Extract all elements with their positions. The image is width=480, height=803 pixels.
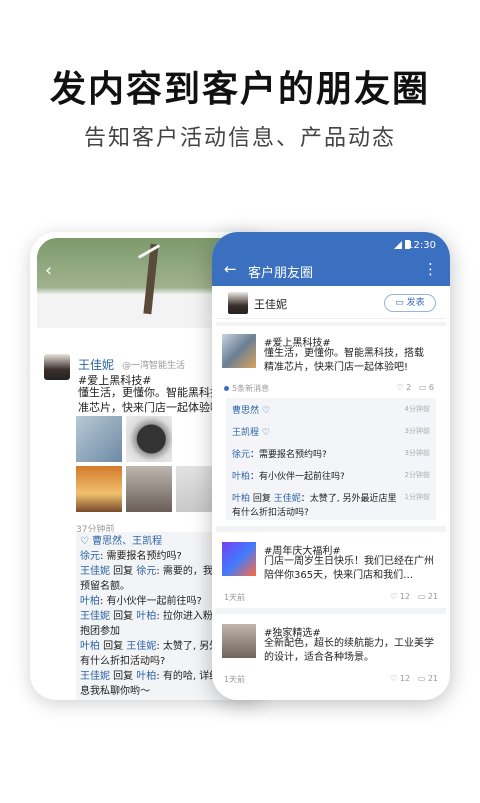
photo-thumbnail[interactable] [126,466,172,512]
camera-icon: ▭ [395,298,407,308]
comment-row: 有什么折扣活动吗? [232,508,309,518]
comment-icon: ▭ [417,592,426,601]
moment-card[interactable]: #独家精选# 全新配色，超长的续航能力，工业美学 的设计，适合各种场景。 1天前… [216,614,446,700]
post-thumbnail[interactable] [222,624,256,658]
comment-time: 1分钟前 [404,493,430,501]
post-body-line: 准芯片，快来门店一起体验啦 [78,401,221,414]
avatar[interactable] [228,292,248,314]
comment-row[interactable]: 王凯程 ♡ [232,425,430,438]
moment-card[interactable]: #周年庆大福利# 门店一周岁生日快乐！我们已经在广州 陪伴你365天，快来门店和… [216,532,446,608]
new-messages-indicator[interactable]: 5条新消息 [224,383,269,394]
moment-card[interactable]: #爱上黑科技# 懂生活，更懂你。智能黑科技，搭载 精准芯片，快来门店一起体验吧!… [216,326,446,526]
comment-time: 2分钟前 [404,471,430,479]
post-stats[interactable]: ♡ 12 ▭ 21 [390,674,438,683]
comment-row[interactable]: 徐元：需要报名预约吗? [232,447,430,460]
heart-icon: ♡ [390,674,398,683]
post-thumbnail[interactable] [222,334,256,368]
signal-icon [394,241,402,249]
more-menu-icon[interactable]: ⋮ [423,260,438,278]
post-stats[interactable]: ♡ 2 ▭ 6 [396,383,434,392]
post-body: 全新配色，超长的续航能力，工业美学 的设计，适合各种场景。 [264,638,434,663]
page-headline: 发内容到客户的朋友圈 [49,69,430,110]
photo-thumbnail[interactable] [76,466,122,512]
back-arrow-icon[interactable]: ← [224,260,237,278]
page-title: 客户朋友圈 [248,266,314,281]
comment-time: 3分钟前 [404,427,430,435]
page-subheadline: 告知客户活动信息、产品动态 [83,126,396,151]
post-time: 1天前 [224,675,246,684]
post-body: 门店一周岁生日快乐！我们已经在广州 陪伴你365天，快来门店和我们… [264,556,434,581]
post-body: 懂生活，更懂你。智能黑科技，搭载 精准芯片，快来门店一起体验吧! [264,348,424,373]
user-name: 王佳妮 [254,298,287,311]
comment-icon: ▭ [418,383,427,392]
comment-icon: ▭ [417,674,426,683]
post-body: 懂生活，更懂你。智能黑科技 准芯片，快来门店一起体验啦 [78,385,221,415]
comment-row[interactable]: 叶柏 回复 王佳妮：太赞了, 另外最近店里 [232,491,430,504]
front-phone-mockup: 12:30 ← 客户朋友圈 ⋮ 王佳妮 ▭ 发表 #爱上黑科技# 懂生活，更懂你… [212,232,450,700]
post-thumbnail[interactable] [222,542,256,576]
heart-icon: ♡ [396,383,404,392]
photo-thumbnail[interactable] [126,416,172,462]
comment-time: 3分钟前 [404,449,430,457]
photo-thumbnail[interactable] [76,416,122,462]
comment-time: 4分钟前 [404,405,430,413]
author-name[interactable]: 王佳妮 [78,356,114,373]
user-bar: 王佳妮 ▭ 发表 [216,288,446,319]
heart-icon: ♡ [390,592,398,601]
post-time: 1天前 [224,593,246,602]
comment-box: 曹思然 ♡ 4分钟前 王凯程 ♡ 3分钟前 徐元：需要报名预约吗? 3分钟前 叶… [226,398,436,520]
comment-row[interactable]: 叶柏：有小伙伴一起前往吗? [232,469,430,482]
post-body-line: 懂生活，更懂你。智能黑科技 [78,386,221,399]
comment-row[interactable]: 曹思然 ♡ [232,403,430,416]
author-org: @一湾智能生活 [122,361,186,371]
back-arrow-icon[interactable]: ‹ [45,260,52,281]
post-button[interactable]: ▭ 发表 [384,294,436,312]
status-time: 12:30 [407,240,436,251]
app-header: 12:30 ← 客户朋友圈 ⋮ [212,232,450,286]
post-stats[interactable]: ♡ 12 ▭ 21 [390,592,438,601]
avatar[interactable] [44,354,70,380]
moments-feed: #爱上黑科技# 懂生活，更懂你。智能黑科技，搭载 精准芯片，快来门店一起体验吧!… [216,322,446,700]
